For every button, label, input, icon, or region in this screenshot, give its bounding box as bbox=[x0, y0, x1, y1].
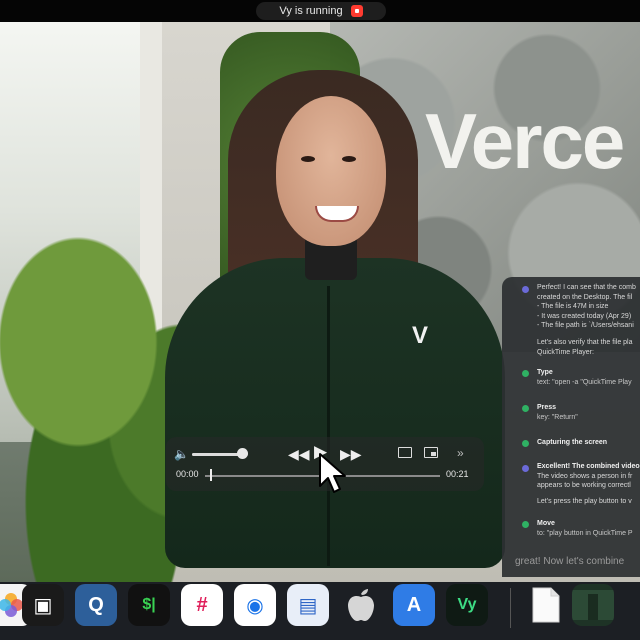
slack-glyph: # bbox=[196, 593, 208, 616]
vy-glyph: Vy bbox=[457, 596, 477, 613]
message-line: Let's press the play button to v bbox=[537, 498, 632, 505]
preview-glyph: ▤ bbox=[298, 594, 318, 617]
preview-app-icon[interactable]: ▤ bbox=[287, 584, 329, 626]
check-icon bbox=[522, 440, 529, 447]
agent-verify-message: Let's also verify that the file pla Quic… bbox=[537, 338, 633, 357]
vy-agent-panel: Perfect! I can see that the comb created… bbox=[502, 277, 640, 577]
vy-app-icon[interactable]: Vy bbox=[446, 584, 488, 626]
step-title: Press bbox=[537, 404, 557, 411]
step-title: Capturing the screen bbox=[537, 439, 608, 446]
dock-separator bbox=[510, 588, 511, 628]
step-title: Type bbox=[537, 369, 553, 376]
person-face bbox=[276, 96, 386, 246]
message-line: - It was created today (Apr 29) bbox=[537, 312, 632, 320]
xcode-glyph: A bbox=[406, 593, 422, 616]
3d-box-app-icon[interactable]: ▣ bbox=[22, 584, 64, 626]
terminal-glyph: $| bbox=[142, 596, 156, 613]
apple-icon[interactable] bbox=[340, 584, 382, 626]
volume-icon[interactable]: 🔈 bbox=[174, 447, 189, 461]
message-line: Excellent! The combined video i bbox=[537, 463, 640, 470]
check-icon bbox=[522, 521, 529, 528]
airplay-icon[interactable] bbox=[398, 447, 412, 458]
picture-in-picture-icon[interactable] bbox=[424, 447, 438, 458]
step-detail: key: "Return" bbox=[537, 414, 578, 421]
step-detail: text: "open -a "QuickTime Play bbox=[537, 379, 632, 386]
step-detail: to: "play button in QuickTime P bbox=[537, 530, 633, 537]
agent-play-message: Let's press the play button to v bbox=[537, 497, 632, 507]
agent-result-message: Excellent! The combined video i The vide… bbox=[537, 462, 640, 491]
time-elapsed: 00:00 bbox=[176, 469, 199, 479]
3d-box-glyph: ▣ bbox=[33, 594, 53, 617]
right-eye bbox=[342, 156, 356, 162]
quicktime-app-icon[interactable]: Q bbox=[75, 584, 117, 626]
document-file-icon[interactable] bbox=[525, 584, 567, 626]
message-line: created on the Desktop. The fil bbox=[537, 293, 633, 301]
message-line: - The file is 47M in size bbox=[537, 303, 609, 310]
volume-fill bbox=[192, 453, 242, 456]
video-thumbnail-icon[interactable] bbox=[572, 584, 614, 626]
hoodie-logo: V bbox=[411, 322, 428, 349]
agent-chat-input[interactable]: great! Now let's combine bbox=[515, 556, 624, 567]
check-icon bbox=[522, 370, 529, 377]
wall-logo-text: Verce bbox=[425, 97, 625, 185]
playhead[interactable] bbox=[210, 469, 212, 481]
quicktime-glyph: Q bbox=[88, 593, 104, 616]
chevron-right-icon[interactable]: » bbox=[457, 446, 464, 460]
person-hoodie bbox=[165, 258, 505, 568]
message-line: The video shows a person in fr bbox=[537, 472, 633, 480]
chrome-app-icon[interactable]: ◉ bbox=[234, 584, 276, 626]
xcode-app-icon[interactable]: A bbox=[393, 584, 435, 626]
terminal-app-icon[interactable]: $| bbox=[128, 584, 170, 626]
stop-icon[interactable] bbox=[350, 5, 363, 17]
vy-status-pill[interactable]: Vy is running bbox=[256, 2, 386, 20]
hoodie-zipper bbox=[327, 286, 330, 566]
volume-knob[interactable] bbox=[237, 448, 248, 459]
left-eye bbox=[301, 156, 315, 162]
agent-avatar-icon bbox=[522, 465, 529, 472]
rewind-icon[interactable]: ◀◀ bbox=[288, 447, 310, 461]
vy-status-label: Vy is running bbox=[279, 5, 343, 17]
step-title: Move bbox=[537, 520, 555, 527]
agent-intro-message: Perfect! I can see that the comb created… bbox=[537, 283, 636, 331]
message-line: appears to be working correctl bbox=[537, 482, 631, 489]
message-line: Let's also verify that the file pla bbox=[537, 339, 633, 346]
agent-avatar-icon bbox=[522, 286, 529, 293]
mouse-cursor-icon bbox=[319, 453, 346, 493]
chrome-glyph: ◉ bbox=[246, 594, 264, 617]
check-icon bbox=[522, 405, 529, 412]
time-total: 00:21 bbox=[446, 469, 469, 479]
message-line: QuickTime Player: bbox=[537, 348, 594, 356]
message-line: - The file path is `/Users/ehsani bbox=[537, 322, 634, 329]
slack-app-icon[interactable]: # bbox=[181, 584, 223, 626]
message-line: Perfect! I can see that the comb bbox=[537, 284, 636, 291]
